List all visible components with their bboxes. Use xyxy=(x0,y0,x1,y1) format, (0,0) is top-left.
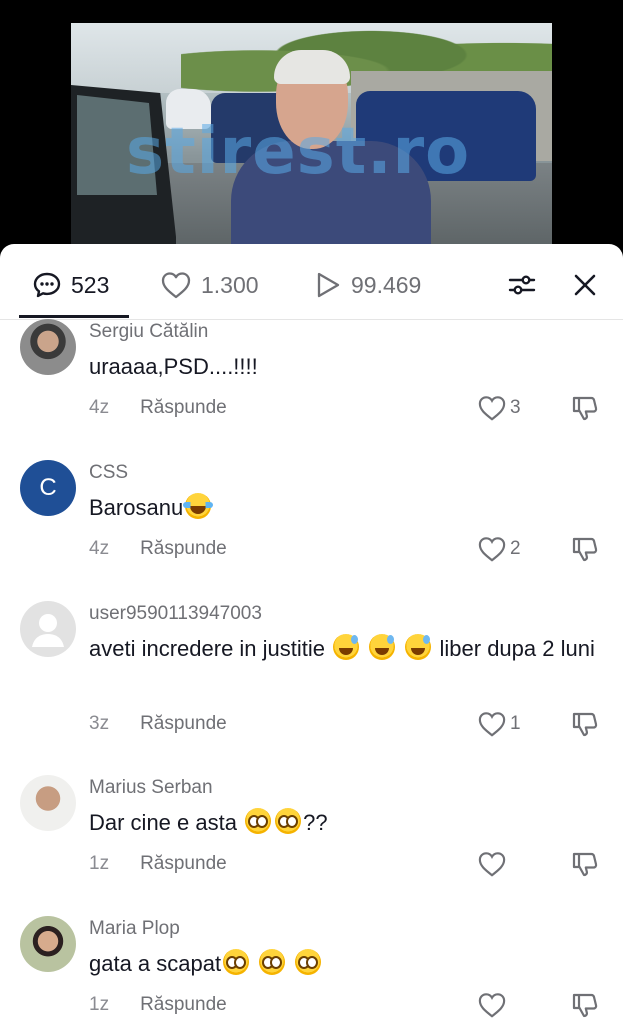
dislike-button[interactable] xyxy=(571,710,599,743)
dislike-icon xyxy=(572,396,598,421)
comment-text-wrap: gata a scapat xyxy=(89,947,599,981)
reply-button[interactable]: Răspunde xyxy=(140,713,227,735)
like-count: 1 xyxy=(510,713,521,734)
avatar[interactable] xyxy=(20,319,76,375)
heart-icon xyxy=(478,537,506,562)
emoji-sweat-smile-icon xyxy=(333,634,360,660)
filter-button[interactable] xyxy=(505,268,539,302)
emoji-joy-icon xyxy=(183,493,214,519)
sheet-tabs: 523 1.300 99.469 xyxy=(0,244,623,320)
emoji-sweat-smile-icon xyxy=(405,634,432,660)
tab-comments[interactable]: 523 xyxy=(32,268,109,302)
like-button[interactable] xyxy=(477,991,510,1019)
comment-meta: 4z Răspunde xyxy=(89,538,227,560)
comments-count: 523 xyxy=(71,271,110,298)
reply-button[interactable]: Răspunde xyxy=(140,994,227,1016)
comment-age: 1z xyxy=(89,853,110,874)
avatar[interactable] xyxy=(20,601,76,657)
play-icon xyxy=(317,272,340,298)
default-avatar-icon xyxy=(32,614,64,647)
reply-button[interactable]: Răspunde xyxy=(140,853,227,875)
comment-icon xyxy=(33,272,61,298)
dislike-button[interactable] xyxy=(571,991,599,1024)
comment-meta: 1z Răspunde xyxy=(89,994,227,1016)
comments-sheet: 523 1.300 99.469 Sergiu Cătălin uraaaa,P… xyxy=(0,244,623,1024)
dislike-button[interactable] xyxy=(571,850,599,883)
filter-icon xyxy=(508,275,536,295)
comment-age: 4z xyxy=(89,538,110,559)
comment-username[interactable]: Sergiu Cătălin xyxy=(89,321,208,343)
page: stirest.ro 523 1.300 99.469 Sergiu Cătăl… xyxy=(0,0,623,1024)
comment-text: liber dupa 2 luni xyxy=(439,636,595,661)
emoji-flushed-icon xyxy=(259,949,286,975)
tab-likes[interactable]: 1.300 xyxy=(160,268,259,302)
emoji-sweat-smile-icon xyxy=(369,634,396,660)
like-button[interactable]: 2 xyxy=(477,535,521,563)
comment-meta: 1z Răspunde xyxy=(89,853,227,875)
dislike-icon xyxy=(572,537,598,562)
heart-icon xyxy=(478,993,506,1018)
like-count: 2 xyxy=(510,538,521,559)
video-preview[interactable]: stirest.ro xyxy=(71,23,552,245)
comment-text: gata a scapat xyxy=(89,951,222,976)
comment-username[interactable]: user9590113947003 xyxy=(89,603,262,625)
heart-icon xyxy=(161,272,191,299)
video-person-hair xyxy=(274,50,350,84)
like-button[interactable] xyxy=(477,850,510,878)
like-button[interactable]: 1 xyxy=(477,710,521,738)
dislike-icon xyxy=(572,993,598,1018)
emoji-flushed-icon xyxy=(245,808,272,834)
comment-username[interactable]: CSS xyxy=(89,462,128,484)
comment-text-wrap: aveti incredere in justitie liber dupa 2… xyxy=(89,632,599,666)
heart-icon xyxy=(478,852,506,877)
avatar[interactable]: C xyxy=(20,460,76,516)
dislike-button[interactable] xyxy=(571,535,599,568)
reply-button[interactable]: Răspunde xyxy=(140,538,227,560)
comment-text-wrap: Dar cine e asta ?? xyxy=(89,806,599,840)
tab-views[interactable]: 99.469 xyxy=(314,268,421,302)
comment-text: uraaaa,PSD....!!!! xyxy=(89,354,258,379)
likes-count: 1.300 xyxy=(201,271,259,298)
comment-username[interactable]: Marius Serban xyxy=(89,777,213,799)
dislike-button[interactable] xyxy=(571,394,599,427)
comment-meta: 4z Răspunde xyxy=(89,397,227,419)
close-icon xyxy=(574,274,596,296)
comment-age: 4z xyxy=(89,397,110,418)
like-button[interactable]: 3 xyxy=(477,394,521,422)
comment-username[interactable]: Maria Plop xyxy=(89,918,180,940)
comment-age: 1z xyxy=(89,994,110,1015)
comment-text: Dar cine e asta xyxy=(89,810,237,835)
comment-text: aveti incredere in justitie xyxy=(89,636,326,661)
emoji-flushed-icon xyxy=(275,808,302,834)
comment-meta: 3z Răspunde xyxy=(89,713,227,735)
dislike-icon xyxy=(572,852,598,877)
avatar[interactable] xyxy=(20,775,76,831)
heart-icon xyxy=(478,712,506,737)
heart-icon xyxy=(478,396,506,421)
close-button[interactable] xyxy=(568,268,602,302)
dislike-icon xyxy=(572,712,598,737)
comment-text: Barosanu xyxy=(89,495,184,520)
avatar-letter: C xyxy=(39,474,57,501)
reply-button[interactable]: Răspunde xyxy=(140,397,227,419)
like-count: 3 xyxy=(510,397,521,418)
avatar[interactable] xyxy=(20,916,76,972)
comment-text: ?? xyxy=(303,810,328,835)
views-count: 99.469 xyxy=(351,271,422,298)
active-tab-indicator xyxy=(19,315,129,318)
video-watermark: stirest.ro xyxy=(126,115,471,189)
comment-age: 3z xyxy=(89,713,110,734)
comment-text-wrap: Barosanu xyxy=(89,491,599,525)
emoji-flushed-icon xyxy=(295,949,322,975)
emoji-flushed-icon xyxy=(223,949,250,975)
